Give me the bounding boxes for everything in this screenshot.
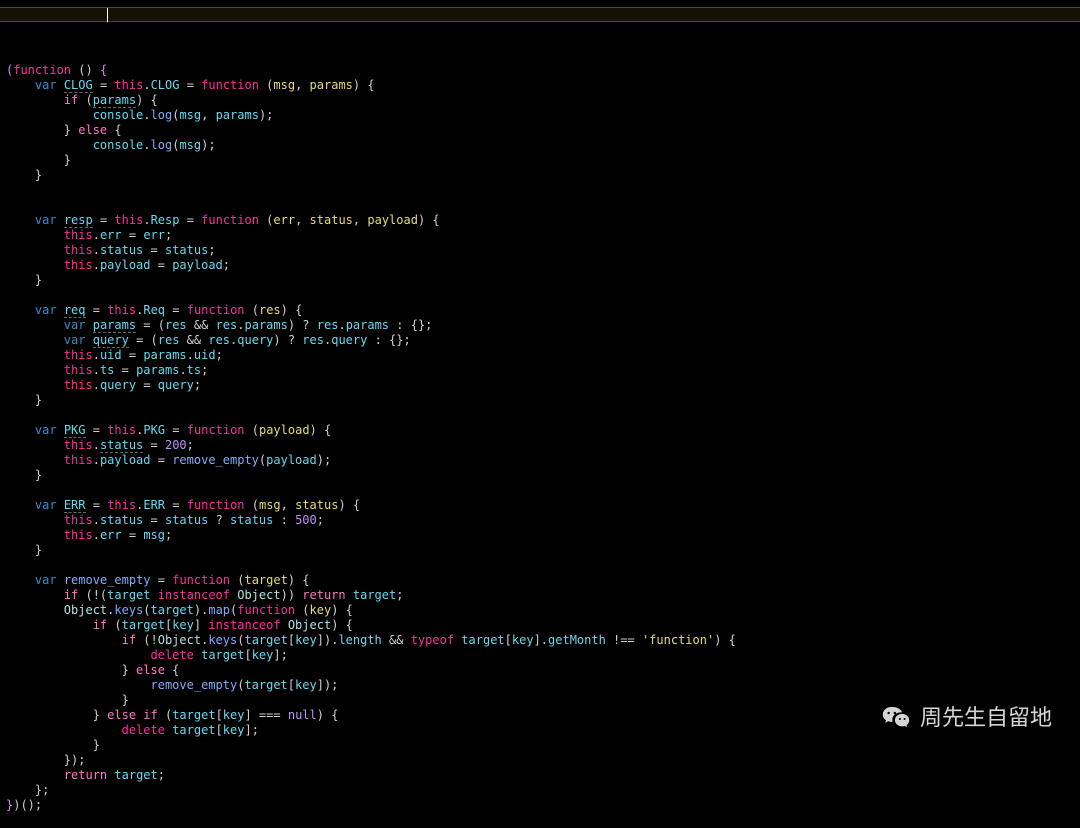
code-line[interactable]: this.uid = params.uid; [6,348,1074,363]
code-line[interactable]: if (target[key] instanceof Object) { [6,618,1074,633]
code-line[interactable]: delete target[key]; [6,723,1074,738]
code-line[interactable]: this.status = status ? status : 500; [6,513,1074,528]
code-line[interactable]: }); [6,753,1074,768]
code-line[interactable]: Object.keys(target).map(function (key) { [6,603,1074,618]
code-line[interactable]: this.status = status; [6,243,1074,258]
code-line[interactable] [6,183,1074,198]
code-line[interactable]: console.log(msg); [6,138,1074,153]
code-line[interactable]: } [6,543,1074,558]
code-line[interactable]: var remove_empty = function (target) { [6,573,1074,588]
code-line[interactable]: delete target[key]; [6,648,1074,663]
code-line[interactable]: } else if (target[key] === null) { [6,708,1074,723]
code-editor[interactable]: (function () { var CLOG = this.CLOG = fu… [0,0,1080,759]
code-line[interactable]: })(); [6,798,1074,813]
code-line[interactable]: } [6,468,1074,483]
code-line[interactable]: var params = (res && res.params) ? res.p… [6,318,1074,333]
code-line[interactable]: var ERR = this.ERR = function (msg, stat… [6,498,1074,513]
code-line[interactable]: }; [6,783,1074,798]
code-line[interactable]: } [6,153,1074,168]
code-line[interactable]: (function () { [6,63,1074,78]
code-line[interactable]: } [6,168,1074,183]
code-line[interactable]: remove_empty(target[key]); [6,678,1074,693]
code-line[interactable]: if (!Object.keys(target[key]).length && … [6,633,1074,648]
code-line[interactable]: } else { [6,123,1074,138]
code-line[interactable]: } [6,393,1074,408]
code-line[interactable]: if (params) { [6,93,1074,108]
code-line[interactable]: console.log(msg, params); [6,108,1074,123]
code-line[interactable]: if (!(target instanceof Object)) return … [6,588,1074,603]
code-line[interactable] [6,288,1074,303]
code-line[interactable]: } else { [6,663,1074,678]
code-line[interactable]: var query = (res && res.query) ? res.que… [6,333,1074,348]
code-line[interactable]: } [6,273,1074,288]
current-line-highlight [0,7,1080,22]
code-line[interactable] [6,483,1074,498]
code-line[interactable]: this.err = msg; [6,528,1074,543]
code-line[interactable] [6,198,1074,213]
code-line[interactable]: var req = this.Req = function (res) { [6,303,1074,318]
code-line[interactable]: this.payload = payload; [6,258,1074,273]
code-line[interactable]: var resp = this.Resp = function (err, st… [6,213,1074,228]
code-line[interactable] [6,408,1074,423]
code-line[interactable] [6,558,1074,573]
code-line[interactable]: this.err = err; [6,228,1074,243]
code-line[interactable]: } [6,738,1074,753]
code-line[interactable]: this.status = 200; [6,438,1074,453]
code-line[interactable]: var CLOG = this.CLOG = function (msg, pa… [6,78,1074,93]
code-line[interactable]: this.payload = remove_empty(payload); [6,453,1074,468]
code-line[interactable]: this.ts = params.ts; [6,363,1074,378]
text-cursor [107,8,108,22]
code-line[interactable]: var PKG = this.PKG = function (payload) … [6,423,1074,438]
code-line[interactable]: this.query = query; [6,378,1074,393]
code-line[interactable]: } [6,693,1074,708]
code-line[interactable]: return target; [6,768,1074,783]
code-content[interactable]: (function () { var CLOG = this.CLOG = fu… [6,63,1074,813]
